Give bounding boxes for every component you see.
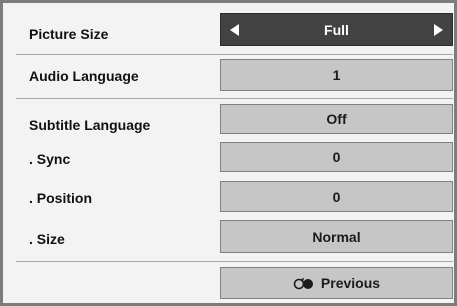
subtitle-position-label: . Position: [29, 190, 92, 206]
audio-language-button[interactable]: 1: [220, 59, 453, 91]
divider: [16, 261, 453, 262]
previous-button[interactable]: Previous: [220, 267, 453, 299]
subtitle-position-button[interactable]: 0: [220, 181, 453, 212]
picture-size-label: Picture Size: [29, 26, 109, 42]
subtitle-sync-value: 0: [332, 149, 341, 165]
subtitle-language-button[interactable]: Off: [220, 104, 453, 134]
picture-size-value: Full: [324, 21, 349, 38]
divider: [16, 54, 453, 55]
subtitle-sync-button[interactable]: 0: [220, 142, 453, 172]
subtitle-language-value: Off: [326, 111, 347, 127]
audio-language-value: 1: [332, 67, 341, 83]
subtitle-position-value: 0: [332, 188, 341, 205]
subtitle-size-value: Normal: [312, 228, 361, 245]
return-icon: [293, 277, 315, 290]
subtitle-language-label: Subtitle Language: [29, 117, 151, 133]
audio-language-label: Audio Language: [29, 68, 139, 84]
subtitle-size-label: . Size: [29, 231, 65, 247]
settings-panel: Picture Size Full Audio Language 1 Subti…: [0, 0, 457, 306]
picture-size-selector[interactable]: Full: [220, 13, 453, 46]
divider: [16, 98, 453, 99]
subtitle-sync-label: . Sync: [29, 151, 71, 167]
previous-label: Previous: [320, 275, 381, 291]
triangle-left-icon[interactable]: [230, 23, 239, 36]
triangle-right-icon[interactable]: [434, 23, 443, 36]
subtitle-size-button[interactable]: Normal: [220, 220, 453, 253]
